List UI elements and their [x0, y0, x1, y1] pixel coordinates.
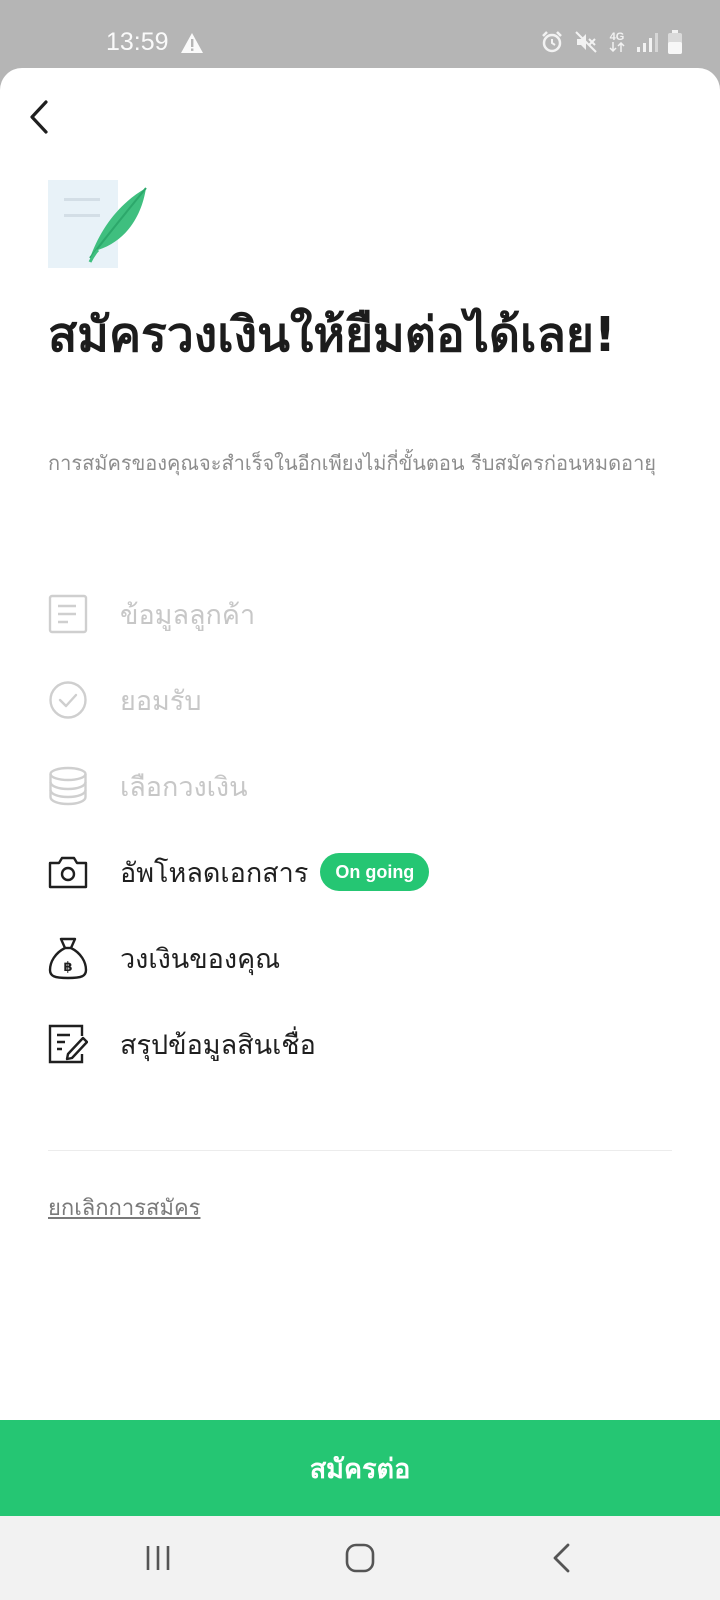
back-button[interactable]: [22, 96, 62, 140]
continue-application-button[interactable]: สมัครต่อ: [0, 1420, 720, 1516]
home-icon[interactable]: [338, 1538, 382, 1578]
status-bar: 13:59 4G: [0, 0, 720, 68]
chevron-left-icon: [30, 100, 48, 134]
step-customer-info[interactable]: ข้อมูลลูกค้า: [48, 584, 668, 644]
edit-document-icon: [48, 1022, 88, 1066]
page-subtitle: การสมัครของคุณจะสำเร็จในอีกเพียงไม่กี่ขั…: [48, 451, 657, 475]
step-label: ยอมรับ: [120, 685, 202, 717]
step-label: อัพโหลดเอกสาร: [120, 857, 309, 889]
step-upload-documents[interactable]: อัพโหลดเอกสาร On going: [48, 842, 668, 902]
step-label: ข้อมูลลูกค้า: [120, 599, 256, 631]
mute-icon: [574, 30, 598, 54]
signal-icon: [636, 31, 658, 53]
step-your-limit[interactable]: ฿ วงเงินของคุณ: [48, 928, 668, 988]
step-accept[interactable]: ยอมรับ: [48, 670, 668, 730]
status-badge: On going: [320, 853, 430, 891]
back-icon[interactable]: [540, 1538, 584, 1578]
coins-stack-icon: [48, 764, 88, 808]
network-4g-icon: 4G: [608, 32, 626, 52]
svg-text:฿: ฿: [63, 960, 72, 975]
check-circle-icon: [48, 678, 88, 722]
recent-apps-icon[interactable]: [136, 1538, 180, 1578]
battery-icon: [668, 30, 682, 54]
document-feather-icon: [48, 180, 152, 270]
warning-icon: [180, 32, 204, 58]
step-label: เลือกวงเงิน: [120, 771, 248, 803]
document-icon: [48, 592, 88, 636]
camera-icon: [48, 850, 88, 894]
system-nav-bar: [0, 1516, 720, 1600]
page-title: สมัครวงเงินให้ยืมต่อได้เลย!: [48, 307, 616, 363]
application-sheet: สมัครวงเงินให้ยืมต่อได้เลย! การสมัครของค…: [0, 68, 720, 1516]
status-time: 13:59: [106, 28, 169, 56]
divider: [48, 1150, 672, 1151]
money-bag-icon: ฿: [48, 936, 88, 980]
cancel-application-link[interactable]: ยกเลิกการสมัคร: [48, 1190, 201, 1225]
step-label: สรุปข้อมูลสินเชื่อ: [120, 1029, 316, 1061]
step-label: วงเงินของคุณ: [120, 943, 281, 975]
alarm-icon: [540, 30, 564, 54]
step-loan-summary[interactable]: สรุปข้อมูลสินเชื่อ: [48, 1014, 668, 1074]
step-choose-limit[interactable]: เลือกวงเงิน: [48, 756, 668, 816]
